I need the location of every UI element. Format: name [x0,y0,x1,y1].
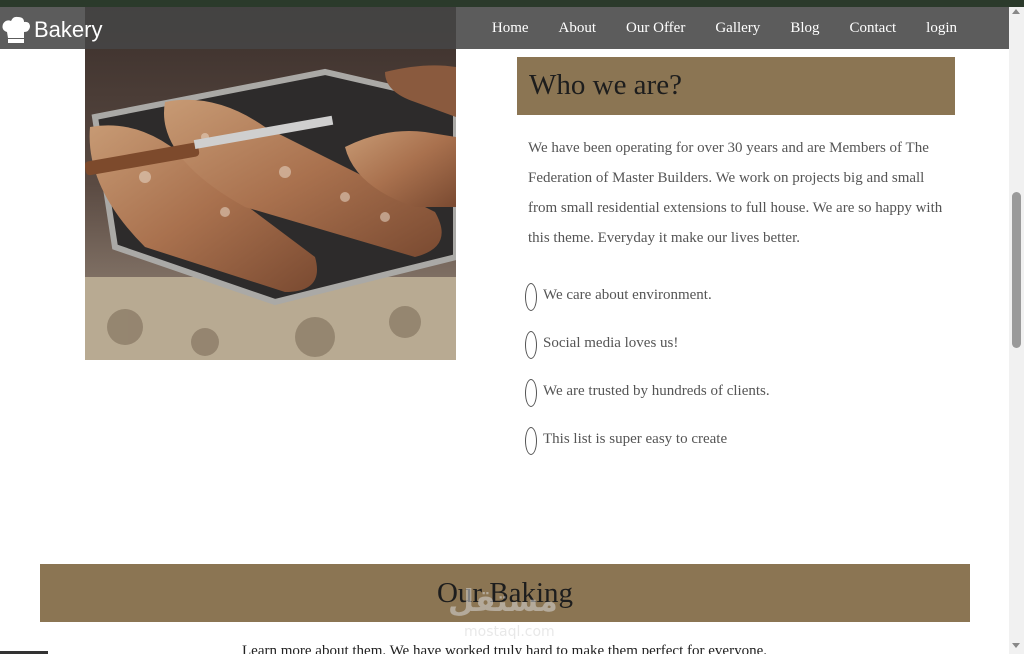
bullet-oval-icon [525,331,537,359]
window-top-edge [0,0,1024,7]
watermark-arabic: مستقل [448,584,558,619]
nav-bar: Bakery Home About Our Offer Gallery Blog… [0,7,1009,49]
feature-text: We are trusted by hundreds of clients. [543,383,770,399]
about-title: Who we are? [529,69,682,101]
list-item: We are trusted by hundreds of clients. [525,379,770,427]
nav-about-link[interactable]: About [559,20,597,37]
scrollbar-thumb[interactable] [1012,192,1021,348]
bullet-oval-icon [525,427,537,455]
list-item: This list is super easy to create [525,427,770,475]
about-heading-band: Who we are? [517,57,955,115]
watermark-logo: مستقل mostaql.com [438,584,586,644]
feature-list: We care about environment. Social media … [525,283,770,475]
feature-text: We care about environment. [543,287,712,303]
page: Bakery Home About Our Offer Gallery Blog… [0,7,1009,654]
nav-our-offer-link[interactable]: Our Offer [626,20,685,37]
watermark-latin: mostaql.com [464,624,555,640]
nav-contact-link[interactable]: Contact [850,20,897,37]
bullet-oval-icon [525,283,537,311]
hero-pastry-image [85,7,456,360]
nav-menu: Home About Our Offer Gallery Blog Contac… [462,7,957,49]
brand-logo[interactable]: Bakery [0,15,102,45]
chef-hat-icon [2,16,30,43]
bullet-oval-icon [525,379,537,407]
nav-home-link[interactable]: Home [492,20,529,37]
list-item: We care about environment. [525,283,770,331]
nav-gallery-link[interactable]: Gallery [715,20,760,37]
vertical-scrollbar[interactable] [1009,7,1024,654]
scroll-down-arrow-icon[interactable] [1012,643,1020,648]
feature-text: This list is super easy to create [543,431,728,447]
nav-login-link[interactable]: login [926,20,957,37]
feature-text: Social media loves us! [543,335,679,351]
about-paragraph: We have been operating for over 30 years… [528,140,943,246]
baking-subtitle: Learn more about them. We have worked tr… [242,643,767,654]
brand-name: Bakery [34,17,103,42]
nav-blog-link[interactable]: Blog [790,20,819,37]
list-item: Social media loves us! [525,331,770,379]
scroll-up-arrow-icon[interactable] [1012,9,1020,14]
